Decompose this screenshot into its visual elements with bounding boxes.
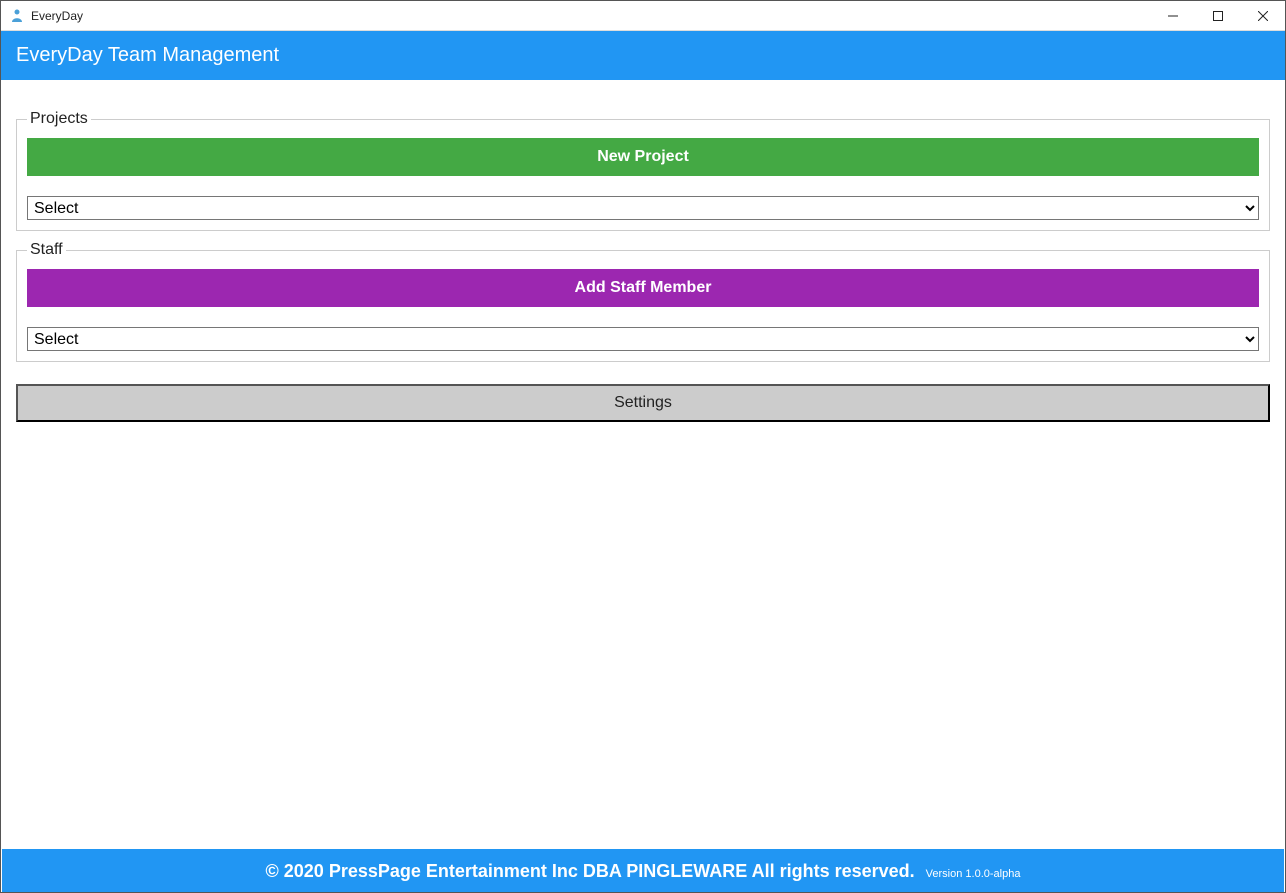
main-content: Projects New Project Select Staff Add St… (1, 80, 1285, 422)
window-title: EveryDay (31, 9, 1150, 23)
staff-select[interactable]: Select (27, 327, 1259, 351)
close-icon (1258, 11, 1268, 21)
projects-fieldset: Projects New Project Select (16, 110, 1270, 231)
window-controls (1150, 1, 1285, 30)
staff-fieldset: Staff Add Staff Member Select (16, 241, 1270, 362)
minimize-button[interactable] (1150, 1, 1195, 30)
settings-row: Settings (16, 384, 1270, 422)
staff-legend: Staff (27, 241, 66, 259)
close-button[interactable] (1240, 1, 1285, 30)
new-project-button[interactable]: New Project (27, 138, 1259, 176)
app-icon (9, 8, 25, 24)
projects-select[interactable]: Select (27, 196, 1259, 220)
page-title-bar: EveryDay Team Management (1, 31, 1285, 80)
titlebar: EveryDay (1, 1, 1285, 31)
projects-legend: Projects (27, 110, 91, 128)
minimize-icon (1168, 11, 1178, 21)
page-title: EveryDay Team Management (16, 44, 279, 66)
maximize-button[interactable] (1195, 1, 1240, 30)
footer-version: Version 1.0.0-alpha (926, 868, 1021, 880)
footer-copyright: © 2020 PressPage Entertainment Inc DBA P… (266, 861, 915, 881)
footer-bar: © 2020 PressPage Entertainment Inc DBA P… (2, 849, 1284, 892)
add-staff-button[interactable]: Add Staff Member (27, 269, 1259, 307)
settings-button[interactable]: Settings (16, 384, 1270, 422)
maximize-icon (1213, 11, 1223, 21)
